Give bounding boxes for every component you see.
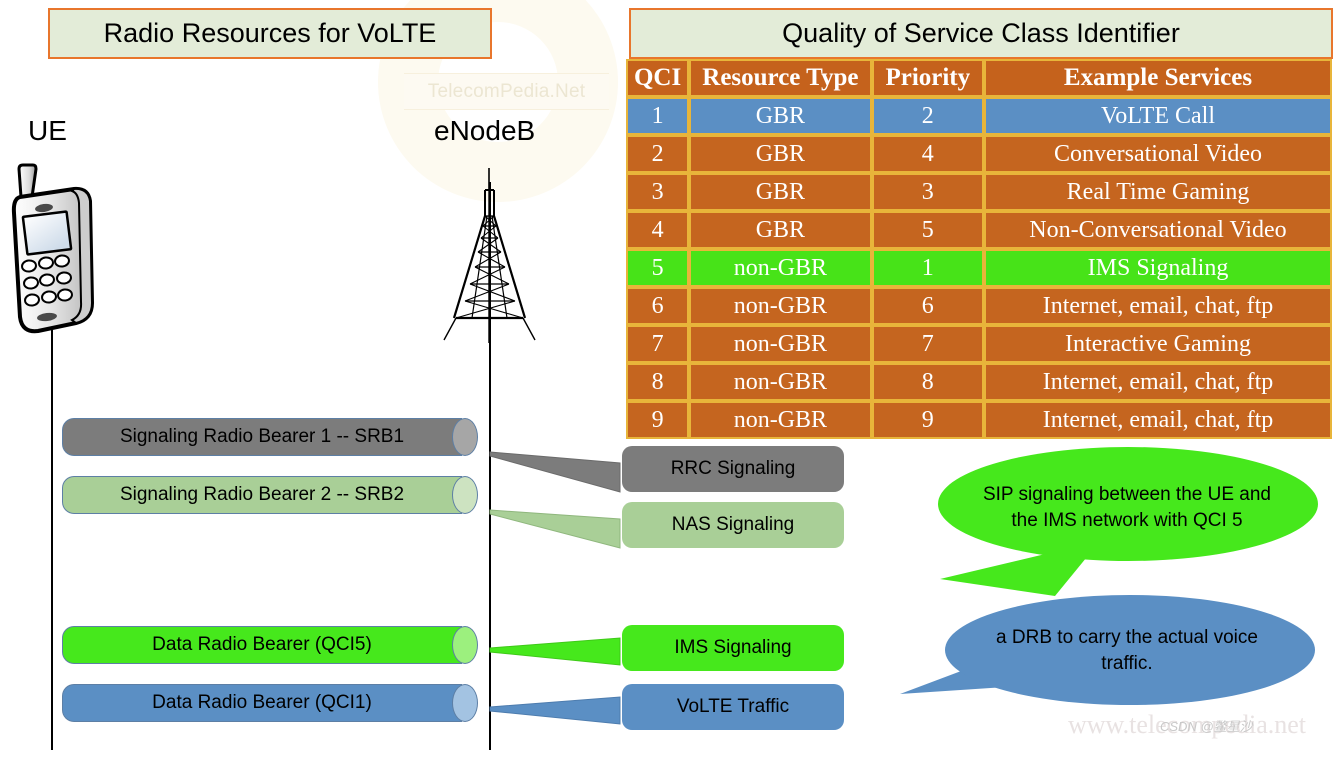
column-header-qci: QCI (626, 59, 690, 97)
signaling-box-ims[interactable]: IMS Signaling (622, 625, 844, 671)
bearer-srb2-label: Signaling Radio Bearer 2 -- SRB2 (119, 484, 405, 505)
table-row: 4 GBR 5 Non-Conversational Video (626, 211, 1332, 249)
csdn-watermark: CSDN @鳖星沙 (1160, 719, 1253, 734)
callout-sip-signaling: SIP signaling between the UE and the IMS… (938, 447, 1318, 596)
signaling-box-volte[interactable]: VoLTE Traffic (622, 684, 844, 730)
table-row: 7 non-GBR 7 Interactive Gaming (626, 325, 1332, 363)
signaling-box-rrc[interactable]: RRC Signaling (622, 446, 844, 492)
cell-resource-type: non-GBR (689, 363, 872, 401)
table-row: 1 GBR 2 VoLTE Call (626, 97, 1332, 135)
column-header-example-services: Example Services (983, 59, 1332, 97)
callout-drb-text: a DRB to carry the actual voice traffic. (996, 627, 1258, 674)
cell-priority: 5 (871, 211, 984, 249)
cell-resource-type: GBR (689, 135, 872, 173)
callout-sip-text: SIP signaling between the UE and the IMS… (982, 484, 1271, 531)
cell-example-services: Conversational Video (983, 135, 1332, 173)
cell-resource-type: non-GBR (689, 287, 872, 325)
cell-example-services: Internet, email, chat, ftp (983, 401, 1332, 439)
bearer-drb-qci5[interactable]: Data Radio Bearer (QCI5) (62, 626, 480, 664)
table-row: 9 non-GBR 9 Internet, email, chat, ftp (626, 401, 1332, 439)
cell-priority: 1 (871, 249, 984, 287)
table-row: 2 GBR 4 Conversational Video (626, 135, 1332, 173)
table-row: 3 GBR 3 Real Time Gaming (626, 173, 1332, 211)
cell-resource-type: non-GBR (689, 401, 872, 439)
cell-example-services: Internet, email, chat, ftp (983, 287, 1332, 325)
bearer-drb-qci5-label: Data Radio Bearer (QCI5) (152, 634, 372, 655)
callout-drb-voice: a DRB to carry the actual voice traffic. (900, 595, 1316, 706)
cell-qci: 6 (626, 287, 690, 325)
cell-example-services: Interactive Gaming (983, 325, 1332, 363)
cell-qci: 7 (626, 325, 690, 363)
cell-qci: 5 (626, 249, 690, 287)
page-title-left: Radio Resources for VoLTE (48, 8, 492, 59)
qci-table: QCI Resource Type Priority Example Servi… (626, 59, 1332, 439)
cell-resource-type: GBR (689, 173, 872, 211)
bearer-srb1[interactable]: Signaling Radio Bearer 1 -- SRB1 (62, 418, 480, 456)
cell-priority: 2 (871, 97, 984, 135)
cell-resource-type: non-GBR (689, 249, 872, 287)
column-header-priority: Priority (871, 59, 984, 97)
cell-priority: 6 (871, 287, 984, 325)
cell-priority: 8 (871, 363, 984, 401)
cell-qci: 4 (626, 211, 690, 249)
cell-example-services: Internet, email, chat, ftp (983, 363, 1332, 401)
enodeb-label: eNodeB (434, 115, 536, 146)
bearer-drb-qci1[interactable]: Data Radio Bearer (QCI1) (62, 684, 480, 722)
diagram-canvas: TelecomPedia.Net Radio Resources for VoL… (0, 0, 1333, 750)
cell-example-services: Real Time Gaming (983, 173, 1332, 211)
cell-qci: 9 (626, 401, 690, 439)
table-header-row: QCI Resource Type Priority Example Servi… (626, 59, 1332, 97)
ue-label: UE (28, 115, 67, 146)
cell-priority: 4 (871, 135, 984, 173)
table-row: 6 non-GBR 6 Internet, email, chat, ftp (626, 287, 1332, 325)
cell-resource-type: GBR (689, 97, 872, 135)
bearer-srb1-label: Signaling Radio Bearer 1 -- SRB1 (119, 426, 405, 447)
signaling-box-nas[interactable]: NAS Signaling (622, 502, 844, 548)
table-body: 1 GBR 2 VoLTE Call 2 GBR 4 Conversational Video… (626, 97, 1332, 439)
table-row: 5 non-GBR 1 IMS Signaling (626, 249, 1332, 287)
cell-qci: 2 (626, 135, 690, 173)
cell-resource-type: GBR (689, 211, 872, 249)
cell-resource-type: non-GBR (689, 325, 872, 363)
cell-example-services: IMS Signaling (983, 249, 1332, 287)
bearer-drb-qci1-label: Data Radio Bearer (QCI1) (152, 692, 372, 713)
table-row: 8 non-GBR 8 Internet, email, chat, ftp (626, 363, 1332, 401)
bearer-srb2[interactable]: Signaling Radio Bearer 2 -- SRB2 (62, 476, 480, 514)
cell-example-services: Non-Conversational Video (983, 211, 1332, 249)
cell-qci: 1 (626, 97, 690, 135)
cell-priority: 9 (871, 401, 984, 439)
cell-priority: 3 (871, 173, 984, 211)
cell-example-services: VoLTE Call (983, 97, 1332, 135)
cell-qci: 3 (626, 173, 690, 211)
cell-qci: 8 (626, 363, 690, 401)
column-header-resource-type: Resource Type (689, 59, 872, 97)
cell-priority: 7 (871, 325, 984, 363)
page-title-right: Quality of Service Class Identifier (629, 8, 1333, 59)
